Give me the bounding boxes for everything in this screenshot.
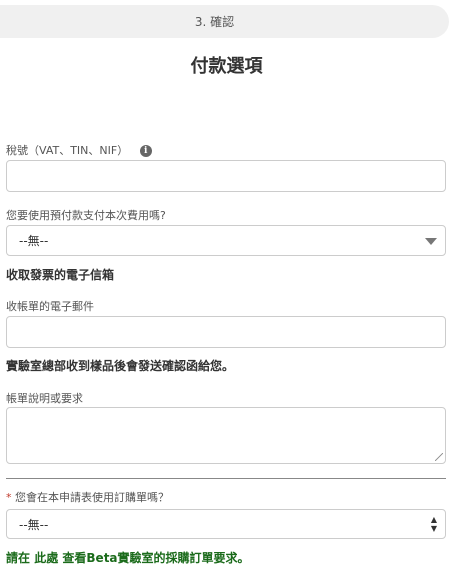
resize-handle-icon[interactable] (435, 453, 443, 461)
tax-id-input[interactable] (6, 160, 446, 192)
required-asterisk: * (6, 491, 12, 504)
tax-id-label-row: 稅號（VAT、TIN、NIF） i (6, 142, 152, 158)
billing-email-label: 收帳單的電子郵件 (6, 300, 94, 313)
billing-notes-label: 帳單說明或要求 (6, 392, 83, 405)
po-requirements-note: 請在 此處 查看Beta實驗室的採購訂單要求。 (6, 549, 250, 566)
billing-email-field[interactable] (6, 316, 446, 348)
po-requirements-link[interactable]: 此處 (34, 551, 58, 565)
purchase-order-label-row: * 您會在本申請表使用訂購單嗎？ (6, 489, 169, 505)
prepay-selected: --無-- (19, 234, 49, 248)
purchase-order-select[interactable]: --無-- ▲ ▼ (6, 509, 446, 539)
billing-notes-textarea[interactable] (6, 407, 446, 464)
step-label: 3. 確認 (194, 15, 235, 29)
purchase-order-selected: --無-- (19, 517, 49, 532)
chevron-down-icon (425, 237, 437, 245)
updown-arrows-icon: ▲ ▼ (430, 515, 437, 533)
prepay-select[interactable]: --無-- (6, 225, 446, 256)
invoice-email-heading: 收取發票的電子信箱 (6, 268, 115, 282)
po-note-suffix: 查看Beta實驗室的採購訂單要求。 (62, 551, 250, 565)
purchase-order-label: 您會在本申請表使用訂購單嗎？ (15, 491, 169, 504)
po-note-prefix: 請在 (6, 551, 31, 565)
info-icon[interactable]: i (139, 145, 152, 157)
prepay-label: 您要使用預付款支付本次費用嗎? (6, 209, 166, 222)
confirmation-notice: 實驗室總部收到樣品後會發送確認函給您。 (6, 359, 235, 373)
tax-id-label: 稅號（VAT、TIN、NIF） (6, 144, 129, 157)
page-title: 付款選項 (190, 56, 263, 77)
divider (6, 478, 446, 479)
step-indicator: 3. 確認 (0, 5, 449, 38)
